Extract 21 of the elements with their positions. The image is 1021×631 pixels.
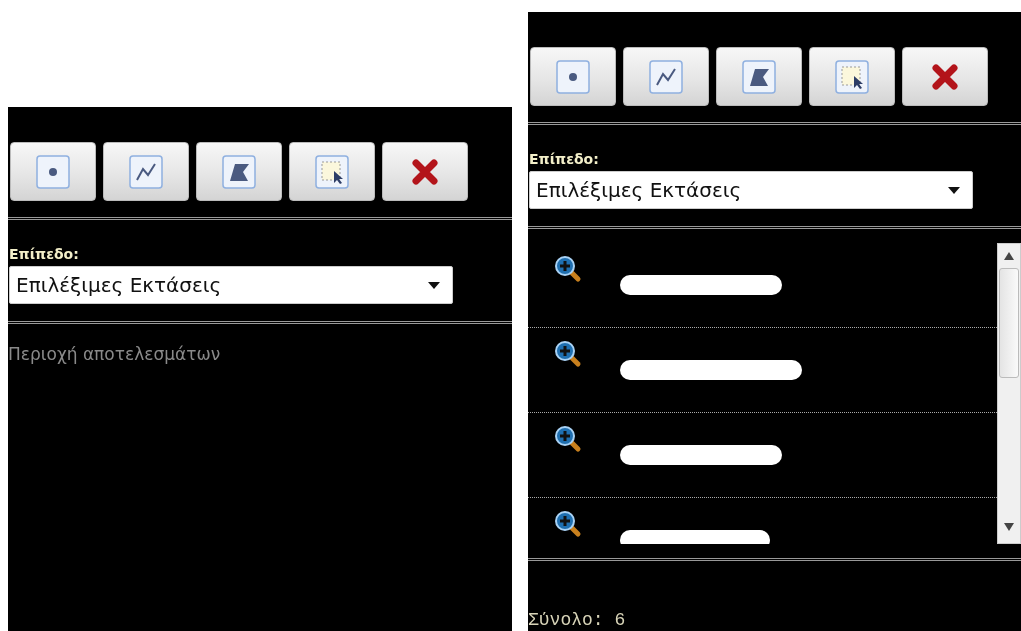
point-icon bbox=[556, 59, 590, 94]
tool-button[interactable] bbox=[716, 47, 802, 106]
caret-icon bbox=[948, 186, 960, 194]
layer-dropdown[interactable]: Επιλέξιμες Εκτάσεις bbox=[9, 266, 453, 304]
layer-dropdown[interactable]: Επιλέξιμες Εκτάσεις bbox=[529, 171, 973, 209]
scrollbar[interactable] bbox=[997, 243, 1021, 544]
clear-button[interactable] bbox=[902, 47, 988, 106]
polygon-icon bbox=[222, 154, 256, 189]
point-icon bbox=[36, 154, 70, 189]
layer-label: Επίπεδο: bbox=[529, 151, 600, 167]
results-empty-text: Περιοχή αποτελεσμάτων bbox=[8, 343, 222, 366]
selection-icon bbox=[835, 59, 869, 94]
scroll-down-arrow-icon[interactable] bbox=[1004, 523, 1014, 531]
total-count: Σύνολο: 6 bbox=[528, 609, 627, 631]
polygon-icon bbox=[742, 59, 776, 94]
tool-button[interactable] bbox=[196, 142, 282, 201]
layer-label: Επίπεδο: bbox=[9, 246, 80, 262]
selection-icon bbox=[315, 154, 349, 189]
scroll-up-arrow-icon[interactable] bbox=[1004, 252, 1014, 260]
caret-icon bbox=[428, 281, 440, 289]
clear-button[interactable] bbox=[382, 142, 468, 201]
